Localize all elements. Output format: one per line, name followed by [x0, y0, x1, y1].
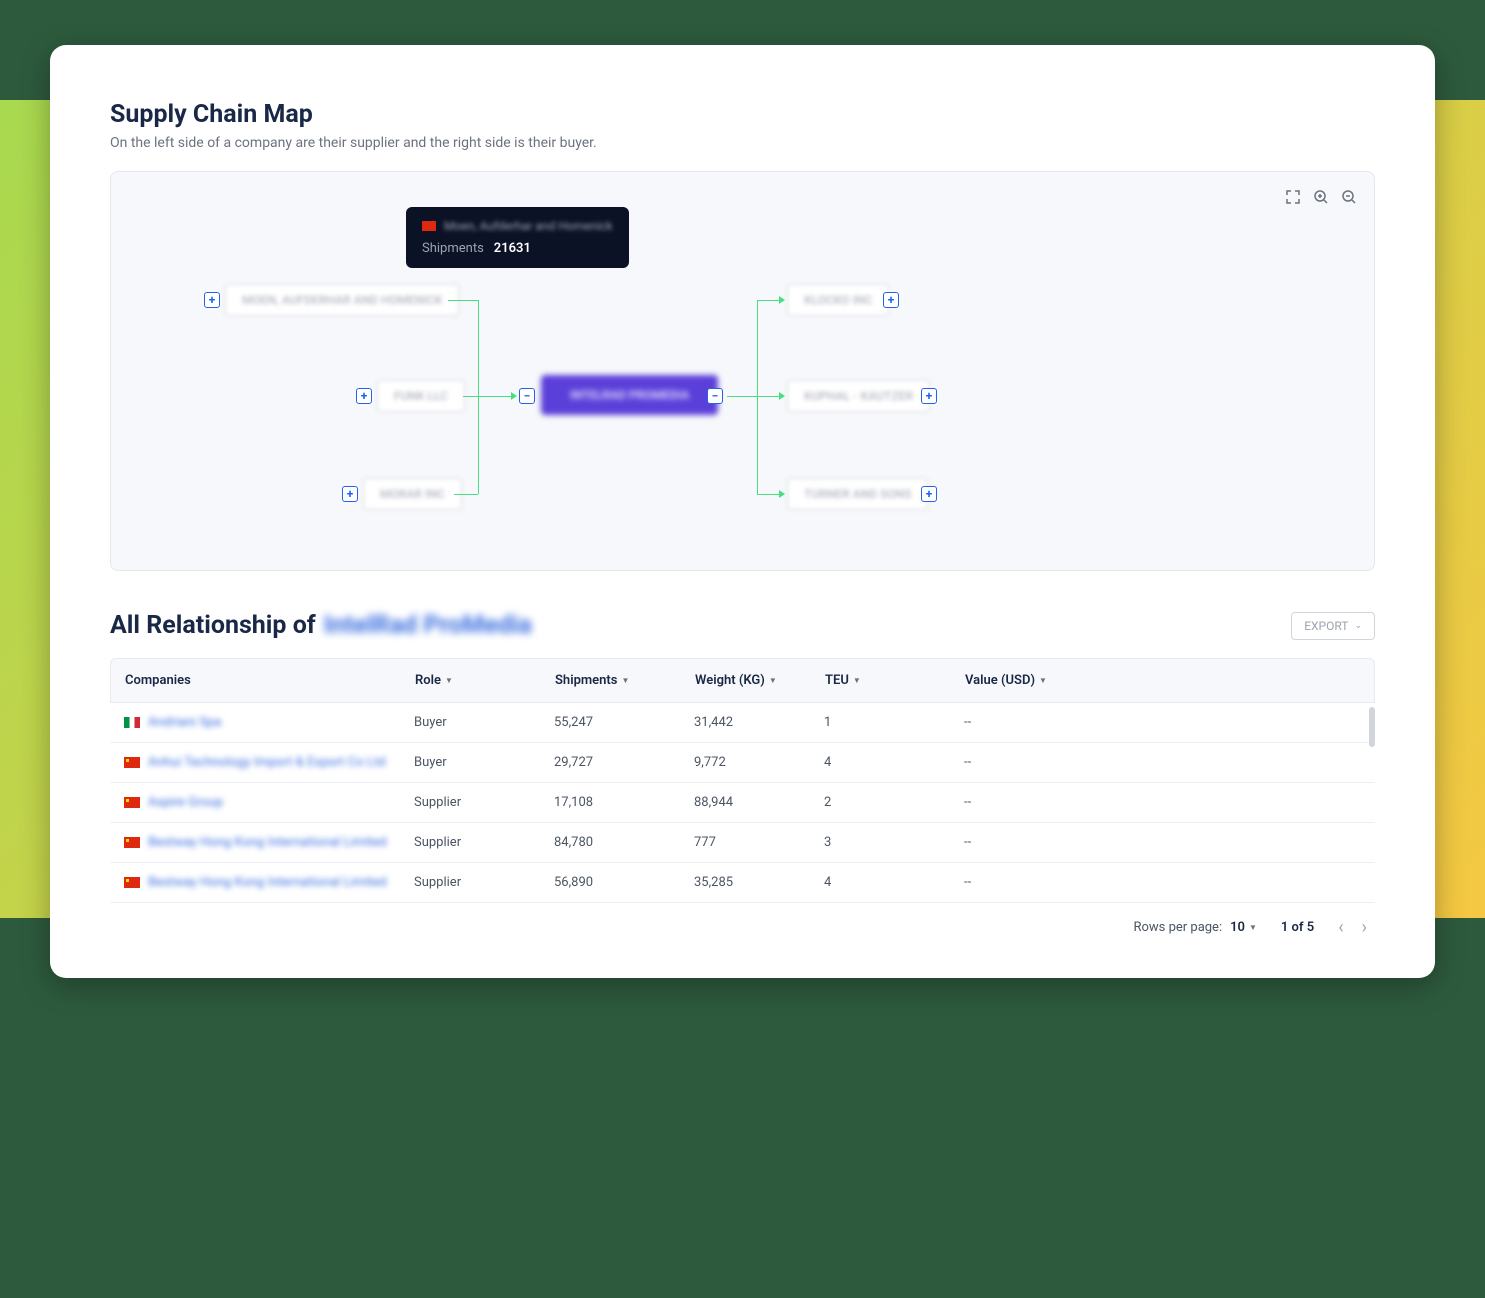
flag-icon: [124, 717, 140, 728]
cell-shipments: 29,727: [554, 755, 694, 770]
table-row[interactable]: Andriani Spa Buyer55,24731,4421--: [110, 703, 1375, 743]
buyer-node-3[interactable]: TURNER AND SONS: [787, 478, 928, 510]
collapse-left[interactable]: −: [519, 388, 535, 404]
tooltip-shipments-label: Shipments: [422, 241, 484, 256]
table-row[interactable]: Aspire Group Supplier17,10888,9442--: [110, 783, 1375, 823]
export-button[interactable]: EXPORT ⌄: [1291, 612, 1375, 640]
company-link[interactable]: Aspire Group: [148, 795, 223, 810]
sort-icon: ▼: [853, 676, 861, 685]
table-row[interactable]: Anhui Technology Import & Export Co Ltd B…: [110, 743, 1375, 783]
col-companies[interactable]: Companies: [125, 673, 415, 688]
sort-icon: ▼: [1039, 676, 1047, 685]
map-title: Supply Chain Map: [110, 100, 1375, 129]
flag-icon: [422, 221, 436, 231]
expand-buyer-1[interactable]: +: [883, 292, 899, 308]
company-link[interactable]: Anhui Technology Import & Export Co Ltd: [148, 755, 386, 770]
table-header: Companies Role▼ Shipments▼ Weight (KG)▼ …: [110, 658, 1375, 703]
supply-chain-graph: Moen, Aufderhar and Homenick Shipments 2…: [111, 172, 1374, 570]
col-teu[interactable]: TEU▼: [825, 673, 965, 688]
expand-supplier-3[interactable]: +: [342, 486, 358, 502]
cell-value: --: [964, 835, 1084, 850]
company-link[interactable]: Andriani Spa: [148, 715, 221, 730]
expand-buyer-2[interactable]: +: [921, 388, 937, 404]
supplier-node-2[interactable]: FUNK LLC: [377, 380, 465, 412]
rows-per-page-label: Rows per page:: [1133, 920, 1222, 935]
col-value[interactable]: Value (USD)▼: [965, 673, 1085, 688]
scrollbar-thumb[interactable]: [1369, 707, 1375, 747]
node-tooltip: Moen, Aufderhar and Homenick Shipments 2…: [406, 207, 629, 268]
cell-role: Buyer: [414, 715, 554, 730]
cell-weight: 31,442: [694, 715, 824, 730]
cell-teu: 4: [824, 875, 964, 890]
supplier-node-3[interactable]: MORAR INC: [363, 478, 462, 510]
sort-icon: ▼: [769, 676, 777, 685]
table-body: Andriani SpaBuyer55,24731,4421--Anhui Te…: [110, 703, 1375, 903]
focus-company-node[interactable]: INTELRAD PROMEDIA: [541, 375, 718, 415]
sort-icon: ▼: [621, 676, 629, 685]
cell-role: Buyer: [414, 755, 554, 770]
cell-role: Supplier: [414, 835, 554, 850]
flag-icon: [124, 877, 140, 888]
company-link[interactable]: Bestway Hong Kong International Limited: [148, 835, 387, 850]
cell-teu: 2: [824, 795, 964, 810]
expand-buyer-3[interactable]: +: [921, 486, 937, 502]
tooltip-shipments-value: 21631: [494, 241, 531, 256]
cell-teu: 3: [824, 835, 964, 850]
cell-weight: 777: [694, 835, 824, 850]
cell-role: Supplier: [414, 875, 554, 890]
cell-value: --: [964, 875, 1084, 890]
cell-shipments: 17,108: [554, 795, 694, 810]
col-role[interactable]: Role▼: [415, 673, 555, 688]
cell-shipments: 56,890: [554, 875, 694, 890]
expand-supplier-2[interactable]: +: [356, 388, 372, 404]
cell-shipments: 84,780: [554, 835, 694, 850]
page-info: 1 of 5: [1281, 920, 1314, 935]
sort-icon: ▼: [445, 676, 453, 685]
caret-down-icon: ▼: [1249, 923, 1257, 932]
cell-shipments: 55,247: [554, 715, 694, 730]
buyer-node-2[interactable]: KUPHAL - KAUTZER: [787, 380, 930, 412]
map-panel[interactable]: Moen, Aufderhar and Homenick Shipments 2…: [110, 171, 1375, 571]
company-link[interactable]: Bestway Hong Kong International Limited: [148, 875, 387, 890]
flag-icon: [124, 837, 140, 848]
table-row[interactable]: Bestway Hong Kong International Limited S…: [110, 823, 1375, 863]
cell-teu: 1: [824, 715, 964, 730]
buyer-node-1[interactable]: KLOCKO INC: [787, 284, 889, 316]
rows-per-page-select[interactable]: 10 ▼: [1230, 920, 1257, 935]
cell-value: --: [964, 715, 1084, 730]
flag-icon: [124, 797, 140, 808]
flag-icon: [124, 757, 140, 768]
tooltip-company: Moen, Aufderhar and Homenick: [444, 219, 613, 233]
next-page-button[interactable]: ›: [1362, 917, 1367, 938]
cell-weight: 9,772: [694, 755, 824, 770]
cell-value: --: [964, 755, 1084, 770]
pagination: Rows per page: 10 ▼ 1 of 5 ‹ ›: [110, 903, 1375, 938]
relationships-title: All Relationship of IntelRad ProMedia: [110, 611, 532, 640]
supplier-node-1[interactable]: MOEN, AUFDERHAR AND HOMENICK: [225, 284, 459, 316]
cell-weight: 35,285: [694, 875, 824, 890]
main-card: Supply Chain Map On the left side of a c…: [50, 45, 1435, 978]
cell-value: --: [964, 795, 1084, 810]
cell-teu: 4: [824, 755, 964, 770]
chevron-down-icon: ⌄: [1354, 621, 1362, 631]
col-shipments[interactable]: Shipments▼: [555, 673, 695, 688]
cell-weight: 88,944: [694, 795, 824, 810]
relationships-table: Companies Role▼ Shipments▼ Weight (KG)▼ …: [110, 658, 1375, 948]
map-section: Supply Chain Map On the left side of a c…: [110, 100, 1375, 611]
prev-page-button[interactable]: ‹: [1338, 917, 1343, 938]
table-row[interactable]: Bestway Hong Kong International Limited S…: [110, 863, 1375, 903]
relationships-company: IntelRad ProMedia: [324, 611, 532, 640]
col-weight[interactable]: Weight (KG)▼: [695, 673, 825, 688]
cell-role: Supplier: [414, 795, 554, 810]
map-subtitle: On the left side of a company are their …: [110, 135, 1375, 151]
expand-supplier-1[interactable]: +: [204, 292, 220, 308]
collapse-right[interactable]: −: [707, 388, 723, 404]
